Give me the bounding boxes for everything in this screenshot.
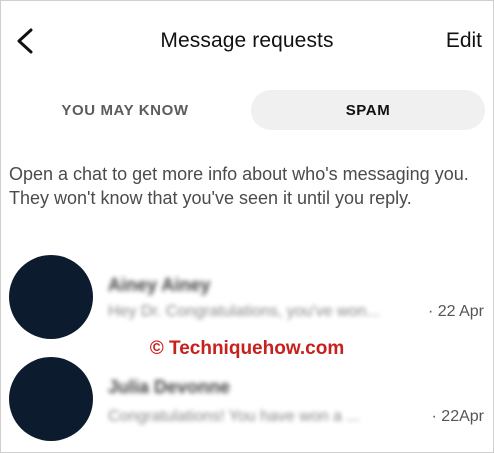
tab-you-may-know[interactable]: YOU MAY KNOW <box>40 90 210 130</box>
message-preview: Congratulations! You have won a ... <box>108 408 360 425</box>
header: Message requests Edit <box>0 0 494 80</box>
date-separator: · <box>427 303 434 320</box>
date-text: 22 Apr <box>437 303 484 320</box>
date-separator: · <box>431 408 437 425</box>
request-row-1[interactable]: Ainey Ainey Hey Dr. Congratulations, you… <box>0 253 494 343</box>
edit-button[interactable]: Edit <box>446 29 482 53</box>
message-preview: Hey Dr. Congratulations, you've won... <box>108 303 380 320</box>
avatar <box>9 357 93 441</box>
page-title: Message requests <box>160 29 334 52</box>
tab-bar: YOU MAY KNOW SPAM <box>0 90 494 132</box>
tab-spam[interactable]: SPAM <box>251 90 485 130</box>
request-row-2[interactable]: Julia Devonne Congratulations! You have … <box>0 355 494 445</box>
message-date: · 22Apr <box>432 408 484 426</box>
avatar <box>9 255 93 339</box>
watermark: © Techniquehow.com <box>149 338 345 359</box>
info-text: Open a chat to get more info about who's… <box>9 164 469 208</box>
sender-name: Ainey Ainey <box>108 275 211 295</box>
sender-name: Julia Devonne <box>108 377 231 397</box>
date-text: 22Apr <box>441 408 484 425</box>
message-date: · 22 Apr <box>428 303 484 321</box>
